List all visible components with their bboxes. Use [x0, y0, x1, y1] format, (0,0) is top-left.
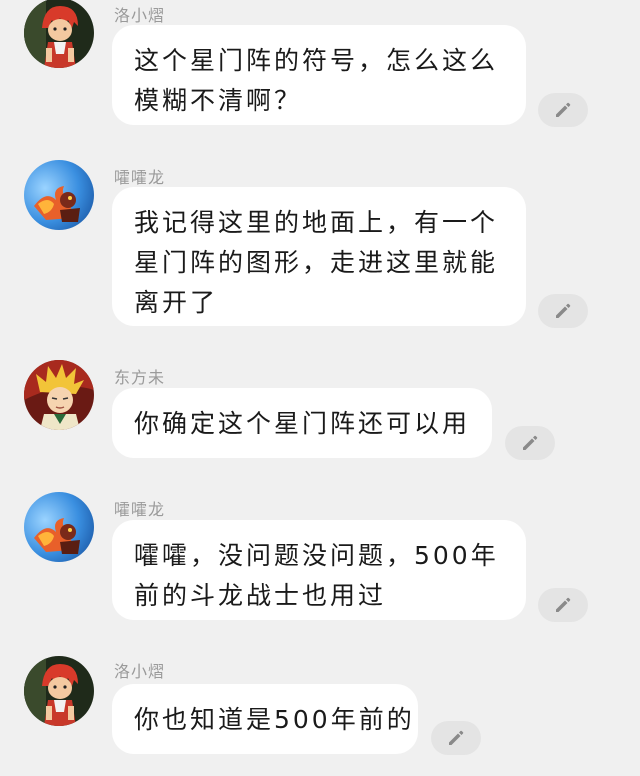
edit-button[interactable]	[538, 588, 588, 622]
blonde-spiky-hair-avatar[interactable]	[24, 360, 94, 430]
message-text: 星门阵的图形，走进这里就能	[134, 248, 499, 277]
edit-button[interactable]	[505, 426, 555, 460]
sender-name: 嚯嚯龙	[114, 168, 166, 187]
message-bubble: 我记得这里的地面上，有一个 星门阵的图形，走进这里就能 离开了	[112, 187, 526, 326]
red-haired-boy-avatar[interactable]	[24, 656, 94, 726]
edit-button[interactable]	[431, 721, 481, 755]
message-text: 前的斗龙战士也用过	[134, 581, 387, 610]
message-text: 我记得这里的地面上，有一个	[134, 208, 499, 237]
message-text: 你也知道是500年前的	[134, 705, 415, 734]
message-bubble: 你也知道是500年前的	[112, 684, 418, 754]
message-bubble: 你确定这个星门阵还可以用	[112, 388, 492, 458]
message-text: 嚯嚯，没问题没问题，500年	[134, 541, 499, 570]
sender-name: 嚯嚯龙	[114, 500, 166, 519]
message-text: 这个星门阵的符号，怎么这么	[134, 46, 499, 75]
pencil-icon	[449, 730, 464, 745]
message-text: 模糊不清啊？	[134, 86, 303, 115]
message-text: 离开了	[134, 288, 219, 317]
edit-button[interactable]	[538, 294, 588, 328]
sender-name: 洛小熠	[114, 662, 166, 681]
pencil-icon	[556, 303, 571, 318]
pencil-icon	[556, 597, 571, 612]
sender-name: 东方未	[114, 368, 166, 387]
message-bubble: 嚯嚯，没问题没问题，500年 前的斗龙战士也用过	[112, 520, 526, 620]
edit-button[interactable]	[538, 93, 588, 127]
pencil-icon	[556, 102, 571, 117]
chat-thread: 洛小熠 这个星门阵的符号，怎么这么 模糊不清啊？ 嚯嚯龙 我记得这里的地面上，有…	[0, 0, 640, 776]
red-haired-boy-avatar[interactable]	[24, 0, 94, 68]
blue-flame-dragon-avatar[interactable]	[24, 492, 94, 562]
message-text: 你确定这个星门阵还可以用	[134, 409, 471, 438]
blue-flame-dragon-avatar[interactable]	[24, 160, 94, 230]
sender-name: 洛小熠	[114, 6, 166, 25]
message-bubble: 这个星门阵的符号，怎么这么 模糊不清啊？	[112, 25, 526, 125]
pencil-icon	[523, 435, 538, 450]
